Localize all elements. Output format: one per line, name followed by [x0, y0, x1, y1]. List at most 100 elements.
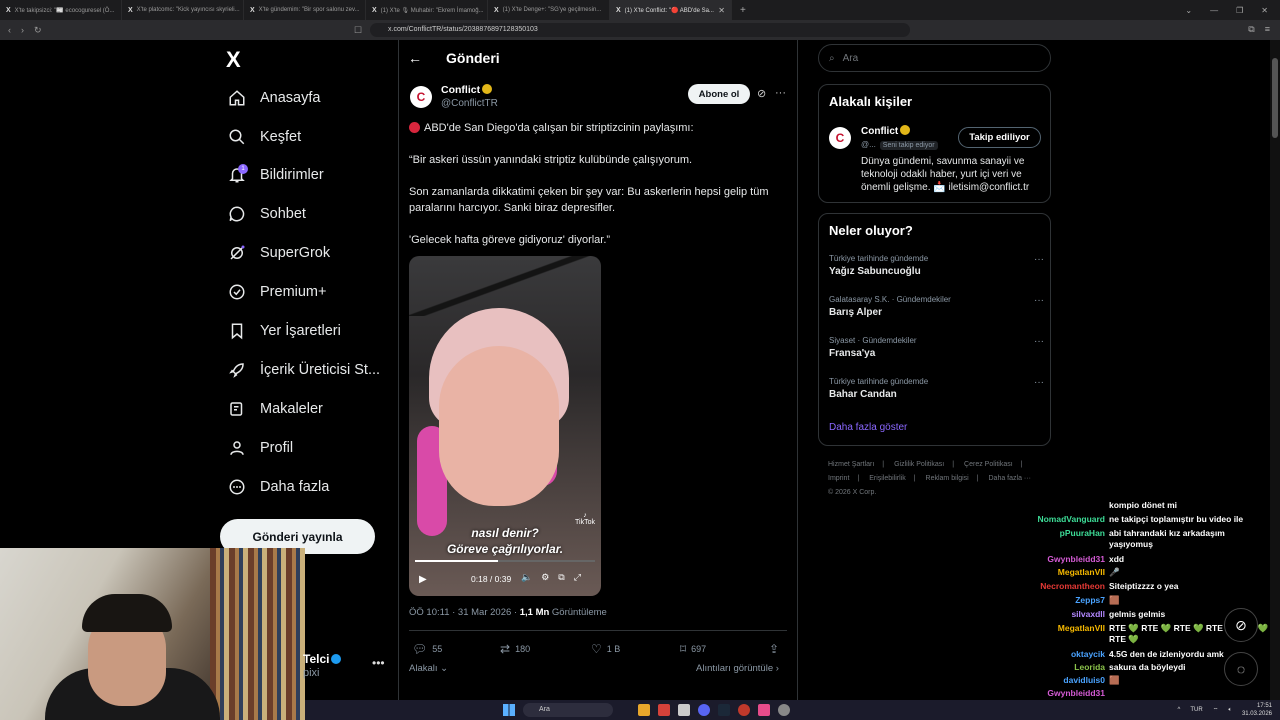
nav-item-supergrok[interactable]: SuperGrok — [228, 241, 330, 265]
chat-username[interactable]: oktaycik — [1008, 649, 1105, 660]
window-list-icon[interactable]: ⌄ — [1185, 6, 1192, 15]
more-options-icon[interactable]: ··· — [1034, 254, 1044, 265]
bookmark-button[interactable]: ⌑ 697 — [680, 642, 706, 656]
author-name[interactable]: Conflict — [441, 84, 493, 96]
close-tab-icon[interactable]: ✕ — [718, 6, 725, 15]
chat-username[interactable]: MegatlanVII — [1008, 567, 1105, 578]
more-options-icon[interactable]: ··· — [775, 87, 786, 99]
reply-button[interactable]: 💬︎ 55 — [412, 642, 442, 656]
view-quotes-link[interactable]: Alıntıları görüntüle › — [696, 663, 779, 674]
trend-item[interactable]: Türkiye tarihinde gündemde Yağız Sabuncuo… — [829, 254, 1044, 277]
browser-tab[interactable]: X (1) X'te Denge+: "SG'ye geçilmesin... — [488, 0, 610, 20]
windows-start-icon[interactable] — [503, 704, 515, 716]
subscribe-button[interactable]: Abone ol — [688, 84, 750, 104]
chat-username[interactable]: Necromantheon — [1008, 581, 1105, 592]
back-arrow-icon[interactable]: ← — [408, 50, 422, 66]
discord-icon[interactable] — [698, 704, 710, 716]
author-handle[interactable]: @ConflictTR — [441, 98, 498, 109]
browser-tab[interactable]: X X'te takipsizci: "📰 ecocoguresel (Ö... — [0, 0, 122, 20]
back-nav-icon[interactable]: ‹ — [8, 25, 11, 35]
x-logo-icon[interactable]: X — [226, 47, 241, 73]
trend-item[interactable]: Siyaset · Gündemdekiler Fransa'ya ··· — [829, 336, 1044, 359]
author-avatar[interactable]: C — [410, 86, 432, 108]
chat-username[interactable]: Gwynbleidd31 — [1008, 554, 1105, 565]
new-tab-button[interactable]: + — [740, 5, 746, 16]
reload-icon[interactable]: ↻ — [34, 25, 42, 36]
menu-icon[interactable]: ≡ — [1265, 24, 1270, 35]
chat-username[interactable]: Gwynbleidd31 — [1008, 688, 1105, 699]
search-input[interactable]: ⌕ Ara — [818, 44, 1051, 72]
nav-item-chat[interactable]: Sohbet — [228, 202, 306, 226]
extensions-icon[interactable]: ⧉ — [1248, 24, 1254, 35]
obs-icon[interactable] — [778, 704, 790, 716]
tray-arrow-icon[interactable]: ^ — [1178, 707, 1181, 713]
browser-tab-active[interactable]: X (1) X'te Conflict: "🔴 ABD'de Sa... ✕ — [610, 0, 732, 20]
chat-username[interactable]: Zepps7 — [1008, 595, 1105, 606]
settings-icon[interactable]: ⚙ — [541, 572, 549, 583]
show-more-link[interactable]: Daha fazla göster — [829, 422, 907, 433]
video-player[interactable]: ♪ TikTok nasıl denir? Göreve çağrılıyorla… — [409, 256, 601, 596]
chat-username[interactable]: NomadVanguard — [1008, 514, 1105, 525]
volume-icon[interactable]: 🔈︎ — [1228, 707, 1232, 714]
browser-tab[interactable]: X (1) X'te 🎙 Muhabir: "Ekrem İmamoğ... — [366, 0, 488, 20]
forward-nav-icon[interactable]: › — [21, 25, 24, 35]
nav-item-bookmarks[interactable]: Yer İşaretleri — [228, 319, 341, 343]
chat-username[interactable]: pPuuraHan — [1008, 528, 1105, 539]
scrollbar[interactable] — [1270, 40, 1280, 700]
language-indicator[interactable]: TUR — [1190, 707, 1202, 713]
more-options-icon[interactable]: ··· — [1034, 295, 1044, 306]
following-button[interactable]: Takip ediliyor — [958, 127, 1041, 148]
video-progress-bar[interactable] — [415, 560, 595, 562]
related-avatar[interactable]: C — [829, 127, 851, 149]
app-icon[interactable] — [758, 704, 770, 716]
nav-item-profile[interactable]: Profil — [228, 436, 293, 460]
moderation-icon[interactable]: ⊘ — [1224, 608, 1258, 642]
fullscreen-icon[interactable]: ⤢ — [574, 572, 581, 583]
maximize-icon[interactable]: ❐ — [1236, 6, 1243, 15]
browser-tab[interactable]: X X'te platcomc: "Kick yayıncısı skyrieli… — [122, 0, 244, 20]
chat-username[interactable]: MegatlanVII — [1008, 623, 1105, 634]
footer-link[interactable]: Gizlilik Politikası — [894, 461, 944, 468]
scrollbar-thumb[interactable] — [1272, 58, 1278, 138]
clock[interactable]: 17:51 31.03.2026 — [1242, 702, 1272, 718]
brave-browser-icon[interactable] — [658, 704, 670, 716]
volume-icon[interactable]: 🔈 — [521, 572, 532, 583]
url-field[interactable]: x.com/ConflictTR/status/2038876897128350… — [370, 23, 910, 37]
footer-link[interactable]: Hizmet Şartları — [828, 461, 874, 468]
chat-username[interactable]: Leorida — [1008, 662, 1105, 673]
nav-item-articles[interactable]: Makaleler — [228, 397, 323, 421]
taskbar-search[interactable]: Ara — [523, 703, 613, 717]
nav-item-notifications[interactable]: 1 Bildirimler — [228, 163, 324, 187]
footer-link[interactable]: Daha fazla ··· — [989, 475, 1031, 482]
steam-icon[interactable] — [718, 704, 730, 716]
footer-link[interactable]: Erişilebilirlik — [869, 475, 906, 482]
nav-item-more[interactable]: Daha fazla — [228, 475, 329, 499]
nav-item-premium[interactable]: Premium+ — [228, 280, 326, 304]
footer-link[interactable]: Çerez Politikası — [964, 461, 1013, 468]
play-icon[interactable]: ▶ — [419, 574, 427, 585]
app-icon[interactable] — [738, 704, 750, 716]
app-icon[interactable] — [678, 704, 690, 716]
repost-button[interactable]: ⇄ 180 — [500, 642, 530, 656]
related-dropdown[interactable]: Alakalı ⌄ — [409, 663, 448, 674]
related-name[interactable]: Conflict — [861, 125, 911, 137]
like-button[interactable]: ♡ 1 B — [591, 642, 620, 656]
more-options-icon[interactable]: ··· — [1034, 336, 1044, 347]
trend-item[interactable]: Galatasaray S.K. · Gündemdekiler Barış Al… — [829, 295, 1044, 318]
file-explorer-icon[interactable] — [638, 704, 650, 716]
chat-username[interactable]: silvaxdll — [1008, 609, 1105, 620]
minimize-icon[interactable]: — — [1210, 6, 1218, 15]
window-close-icon[interactable]: ✕ — [1261, 6, 1268, 15]
bookmark-page-icon[interactable]: ☐ — [354, 25, 362, 36]
nav-item-explore[interactable]: Keşfet — [228, 125, 301, 149]
account-name[interactable]: Telci — [303, 652, 342, 666]
account-menu-icon[interactable]: ••• — [372, 656, 385, 670]
browser-tab[interactable]: X X'te gündemim: "Bir spor salonu zev... — [244, 0, 366, 20]
pip-icon[interactable]: ⧉ — [558, 572, 564, 583]
network-icon[interactable]: ⌔ — [1213, 706, 1219, 714]
nav-item-creator-studio[interactable]: İçerik Üreticisi St... — [228, 358, 380, 382]
grok-icon[interactable]: ⊘ — [757, 87, 766, 100]
chat-username[interactable]: davidluis0 — [1008, 675, 1105, 686]
footer-link[interactable]: Imprint — [828, 475, 849, 482]
chat-bubble-icon[interactable]: ◌ — [1224, 652, 1258, 686]
